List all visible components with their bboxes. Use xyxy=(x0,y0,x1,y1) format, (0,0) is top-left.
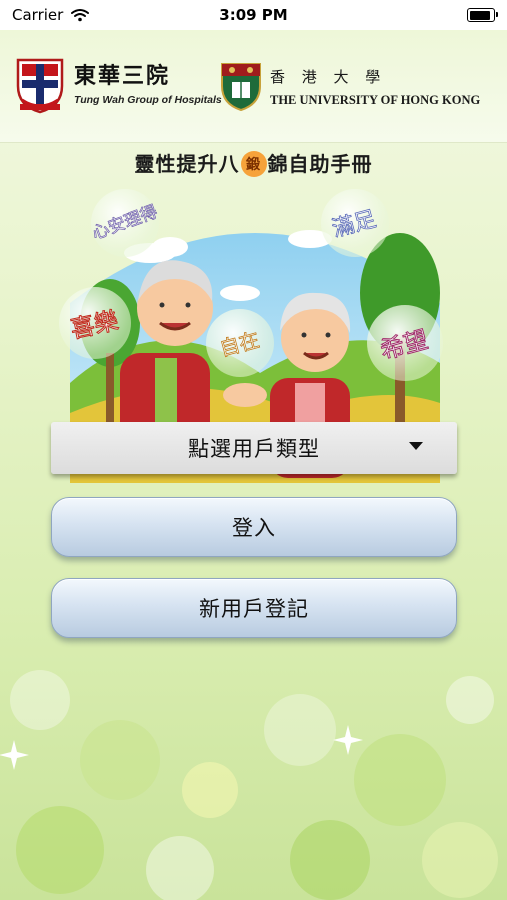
status-left: Carrier xyxy=(12,6,90,24)
tungwah-logo: 東華三院 Tung Wah Group of Hospitals xyxy=(14,56,222,116)
login-button[interactable]: 登入 xyxy=(51,497,457,557)
bokeh-background xyxy=(0,670,498,900)
bubble-xiwang: 希望 xyxy=(367,305,443,381)
tungwah-name-cn: 東華三院 xyxy=(74,63,171,89)
carrier-label: Carrier xyxy=(12,6,64,24)
register-button[interactable]: 新用戶登記 xyxy=(51,578,457,638)
register-button-label: 新用戶登記 xyxy=(199,597,309,621)
title-circled-char: 鍛 xyxy=(240,150,267,177)
hku-name-en: THE UNIVERSITY OF HONG KONG xyxy=(270,93,481,107)
tungwah-name-en: Tung Wah Group of Hospitals xyxy=(74,94,222,106)
battery-icon xyxy=(467,8,498,22)
sparkle-icon xyxy=(0,740,29,770)
title-suffix: 錦自助手冊 xyxy=(267,152,373,176)
handbook-title: 靈性提升八鍛錦自助手冊 xyxy=(0,148,507,177)
header: 東華三院 Tung Wah Group of Hospitals 香 港 大 學… xyxy=(0,30,507,143)
wifi-icon xyxy=(71,9,90,22)
user-type-select-label: 點選用戶類型 xyxy=(188,437,320,461)
hku-logo: 香 港 大 學 THE UNIVERSITY OF HONG KONG xyxy=(220,62,480,112)
bubble-xile: 喜樂 xyxy=(59,287,131,359)
hku-crest-icon xyxy=(221,63,261,112)
hku-text: 香 港 大 學 THE UNIVERSITY OF HONG KONG xyxy=(270,62,480,108)
bubble-manzu: 滿足 xyxy=(321,189,389,257)
battery-fill xyxy=(469,10,490,20)
user-type-select[interactable]: 點選用戶類型 xyxy=(51,422,457,474)
tungwah-crest-icon xyxy=(16,58,64,114)
status-bar: Carrier 3:09 PM xyxy=(0,0,507,30)
tungwah-text: 東華三院 Tung Wah Group of Hospitals xyxy=(74,58,222,106)
login-button-label: 登入 xyxy=(232,516,276,540)
bubble-zizai: 自在 xyxy=(206,309,274,377)
title-prefix: 靈性提升八 xyxy=(134,152,240,176)
caret-down-icon xyxy=(409,442,423,450)
sparkle-icon xyxy=(333,725,363,755)
hku-name-cn: 香 港 大 學 xyxy=(270,68,387,86)
